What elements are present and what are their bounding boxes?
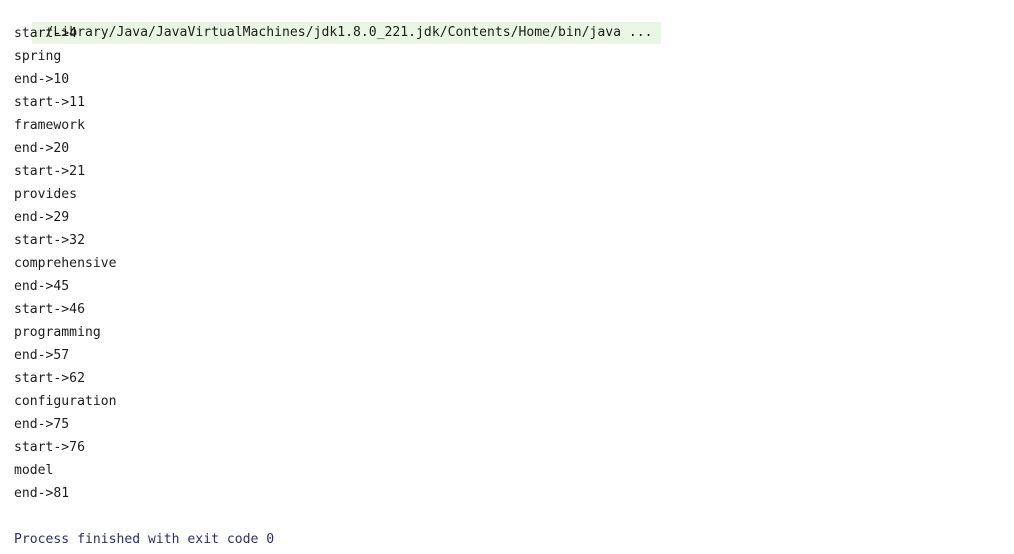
- console-line-8: end->29: [14, 210, 70, 225]
- console-line-11: end->45: [14, 279, 70, 294]
- console-line-3: start->11: [14, 95, 85, 110]
- console-line-7: provides: [14, 187, 78, 202]
- console-exit-status: Process finished with exit code 0: [14, 532, 275, 547]
- console-line-5: end->20: [14, 141, 70, 156]
- console-line-4: framework: [14, 118, 85, 133]
- console-command-text: /Library/Java/JavaVirtualMachines/jdk1.8…: [31, 22, 661, 44]
- console-line-15: start->62: [14, 371, 85, 386]
- console-line-10: comprehensive: [14, 256, 117, 271]
- console-line-18: start->76: [14, 440, 85, 455]
- console-line-19: model: [14, 463, 54, 478]
- console-line-2: end->10: [14, 72, 70, 87]
- console-line-17: end->75: [14, 417, 70, 432]
- console-line-16: configuration: [14, 394, 117, 409]
- console-command-line: /Library/Java/JavaVirtualMachines/jdk1.8…: [0, 0, 1014, 44]
- console-line-9: start->32: [14, 233, 85, 248]
- console-line-6: start->21: [14, 164, 85, 179]
- console-line-13: programming: [14, 325, 101, 340]
- console-line-20: end->81: [14, 486, 70, 501]
- console-line-12: start->46: [14, 302, 85, 317]
- console-line-1: spring: [14, 49, 62, 64]
- console-line-14: end->57: [14, 348, 70, 363]
- console-output-panel[interactable]: /Library/Java/JavaVirtualMachines/jdk1.8…: [0, 0, 1014, 554]
